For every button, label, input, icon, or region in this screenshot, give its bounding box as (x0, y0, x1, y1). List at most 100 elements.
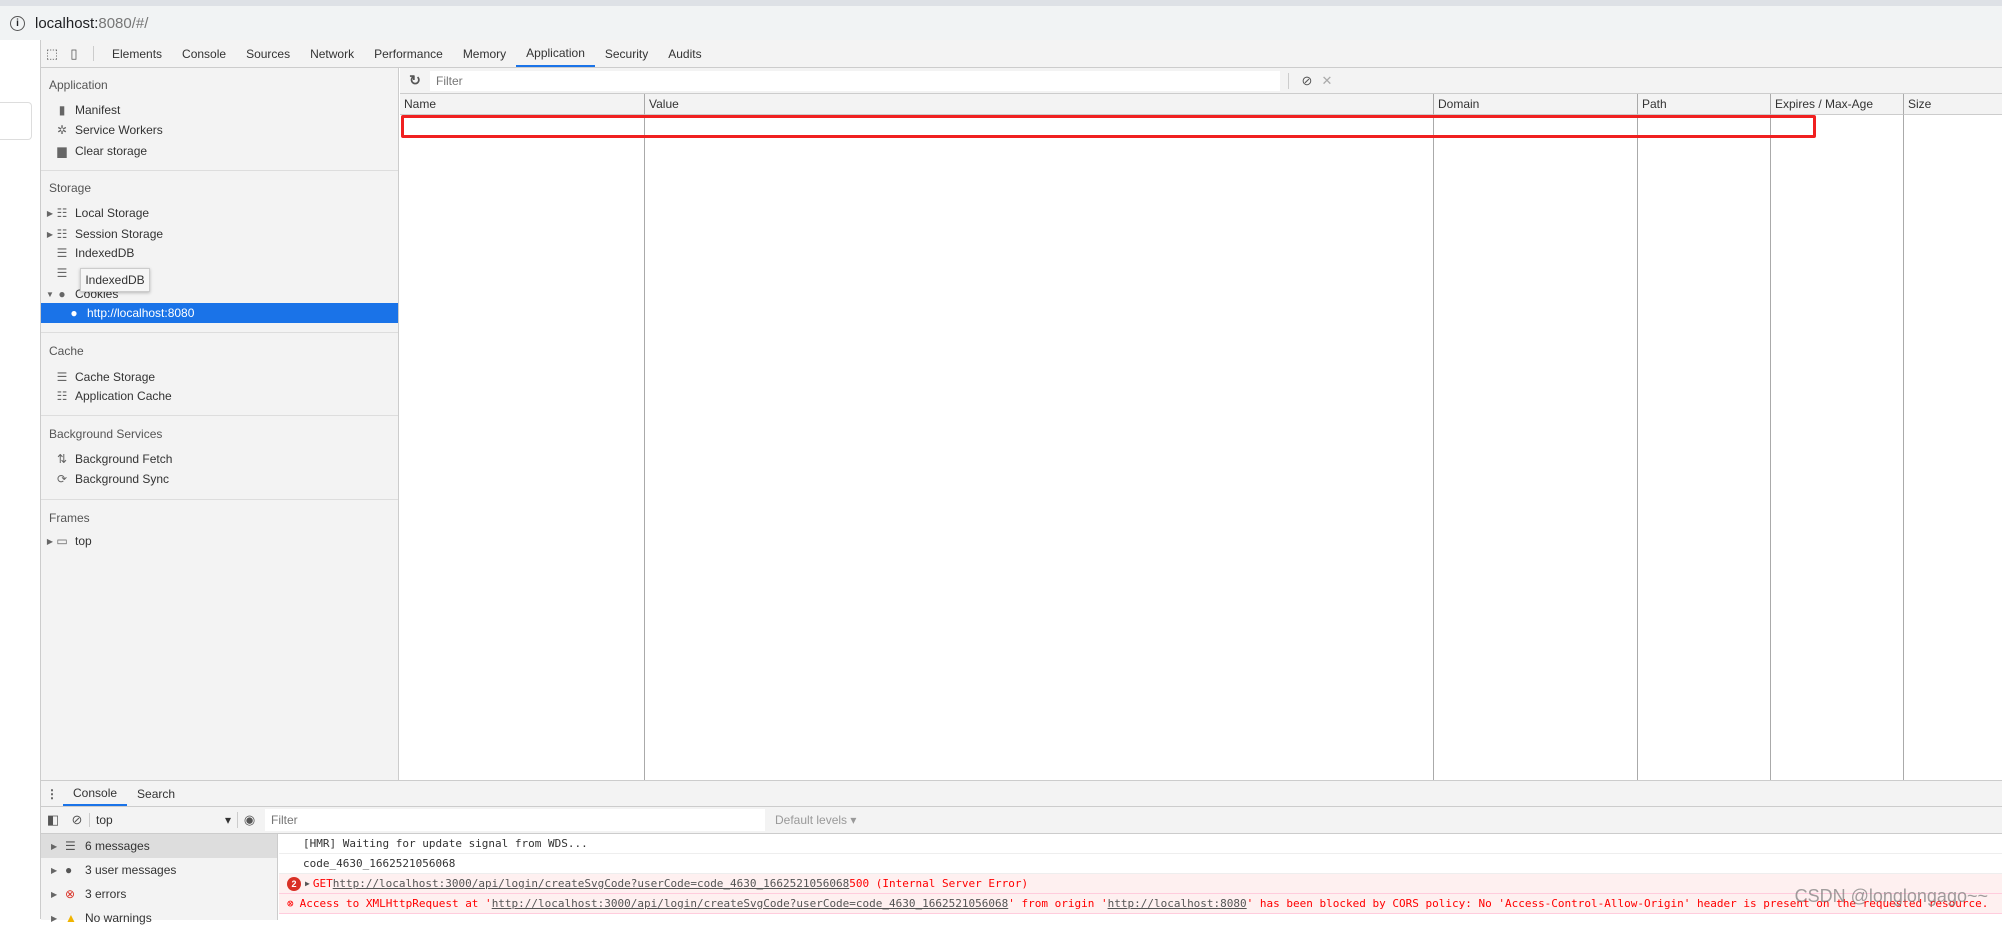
gear-icon: ✲ (56, 123, 68, 137)
item-label: Cache Storage (75, 370, 156, 384)
info-icon[interactable]: i (10, 15, 25, 31)
expand-icon[interactable]: ▶ (51, 866, 65, 875)
request-link[interactable]: http://localhost:3000/api/login/createSv… (492, 897, 1009, 910)
more-tools-icon[interactable]: ⋮ (41, 781, 63, 806)
error-icon: ⊗ (287, 897, 294, 910)
expand-icon[interactable]: ▶ (45, 230, 55, 239)
expand-icon[interactable]: ▶ (51, 914, 65, 923)
sidebar-item-service-workers[interactable]: ✲ Service Workers (41, 120, 398, 140)
inspect-element-icon[interactable]: ⬚ (41, 40, 63, 67)
console-toolbar: ◧ ⊘ top ▾ ◉ Default levels ▾ (41, 807, 2002, 834)
sidebar-toggle-icon[interactable]: ◧ (41, 812, 65, 828)
console-message: [HMR] Waiting for update signal from WDS… (279, 834, 2002, 854)
console-sidebar-warnings[interactable]: ▶ ▲ No warnings (41, 906, 277, 930)
divider (41, 415, 398, 416)
section-storage: Storage (49, 181, 92, 195)
request-link[interactable]: http://localhost:3000/api/login/createSv… (333, 877, 850, 890)
clear-all-icon[interactable]: ⊘ (1297, 73, 1317, 89)
sync-icon: ⟳ (56, 472, 68, 486)
separator (93, 46, 94, 61)
delete-selected-icon[interactable]: ✕ (1317, 73, 1337, 89)
drawer-tab-search[interactable]: Search (127, 781, 185, 806)
context-select[interactable]: top ▾ (89, 813, 237, 827)
trash-icon: ▆ (57, 144, 67, 158)
url-path: 8080/#/ (98, 14, 149, 32)
grid-icon: ☷ (56, 227, 68, 241)
console-filter-input[interactable] (265, 809, 765, 831)
tab-performance[interactable]: Performance (364, 40, 453, 67)
sidebar-item-indexeddb[interactable]: ☰ IndexedDB (41, 243, 398, 263)
item-label: IndexedDB (75, 246, 135, 260)
console-sidebar-messages[interactable]: ▶ ☰ 6 messages (41, 834, 277, 858)
sidebar-item-cache-storage[interactable]: ☰ Cache Storage (41, 367, 398, 387)
item-label: 6 messages (85, 839, 150, 853)
section-application: Application (49, 78, 108, 92)
error-prefix: Access to XMLHttpRequest at ' (299, 897, 492, 910)
console-drawer: ⋮ Console Search ◧ ⊘ top ▾ ◉ Default leve… (41, 780, 2002, 925)
section-frames: Frames (49, 511, 90, 525)
column-header-domain[interactable]: Domain (1433, 94, 1637, 115)
collapse-icon[interactable]: ▼ (45, 290, 55, 299)
sidebar-item-clear-storage[interactable]: ▆ Clear storage (41, 141, 398, 161)
arrows-updown-icon: ⇅ (56, 452, 68, 466)
cookie-filter-input[interactable] (430, 70, 1280, 91)
expand-icon[interactable]: ▶ (305, 879, 310, 888)
console-sidebar: ▶ ☰ 6 messages ▶ ● 3 user messages ▶ ⊗ 3 error… (41, 834, 278, 925)
item-label: Service Workers (75, 123, 163, 137)
sidebar-item-local-storage[interactable]: ▶ ☷ Local Storage (41, 203, 398, 223)
item-label: Manifest (75, 103, 121, 117)
device-toolbar-icon[interactable]: ▯ (63, 40, 85, 67)
item-label: top (75, 534, 92, 548)
tab-network[interactable]: Network (300, 40, 364, 67)
item-label: http://localhost:8080 (87, 306, 195, 320)
sidebar-item-application-cache[interactable]: ☷ Application Cache (41, 386, 398, 406)
column-divider (1637, 115, 1638, 780)
log-levels-dropdown[interactable]: Default levels ▾ (775, 813, 856, 827)
divider (41, 332, 398, 333)
database-icon: ☰ (56, 266, 68, 280)
column-header-name[interactable]: Name (400, 94, 644, 115)
tab-audits[interactable]: Audits (658, 40, 711, 67)
refresh-icon[interactable]: ↻ (400, 72, 430, 89)
sidebar-item-background-fetch[interactable]: ⇅ Background Fetch (41, 449, 398, 469)
tab-memory[interactable]: Memory (453, 40, 516, 67)
tab-elements[interactable]: Elements (102, 40, 172, 67)
sidebar-item-session-storage[interactable]: ▶ ☷ Session Storage (41, 224, 398, 244)
warning-icon: ▲ (65, 911, 77, 925)
console-message: code_4630_1662521056068 (279, 854, 2002, 874)
eye-icon[interactable]: ◉ (237, 812, 261, 828)
item-label: Clear storage (75, 144, 148, 158)
sidebar-item-cookie-origin[interactable]: ● http://localhost:8080 (41, 303, 398, 323)
expand-icon[interactable]: ▶ (51, 842, 65, 851)
frame-icon: ▭ (56, 534, 68, 548)
tab-console[interactable]: Console (172, 40, 236, 67)
origin-link[interactable]: http://localhost:8080 (1108, 897, 1247, 910)
expand-icon[interactable]: ▶ (45, 537, 55, 546)
grid-icon: ☷ (56, 206, 68, 220)
expand-icon[interactable]: ▶ (51, 890, 65, 899)
column-header-path[interactable]: Path (1637, 94, 1770, 115)
sidebar-item-frame-top[interactable]: ▶ ▭ top (41, 531, 398, 551)
drawer-tab-console[interactable]: Console (63, 781, 128, 806)
column-divider (1770, 115, 1771, 780)
divider (41, 170, 398, 171)
expand-icon[interactable]: ▶ (45, 209, 55, 218)
clear-console-icon[interactable]: ⊘ (65, 812, 89, 828)
tab-security[interactable]: Security (595, 40, 658, 67)
sidebar-item-background-sync[interactable]: ⟳ Background Sync (41, 469, 398, 489)
column-header-value[interactable]: Value (644, 94, 1433, 115)
database-icon: ☰ (56, 370, 68, 384)
column-header-expires[interactable]: Expires / Max-Age (1770, 94, 1903, 115)
page-box (0, 102, 32, 140)
tab-sources[interactable]: Sources (236, 40, 300, 67)
devtools-tabbar: ⬚ ▯ Elements Console Sources Network Per… (41, 40, 2002, 68)
console-sidebar-user-messages[interactable]: ▶ ● 3 user messages (41, 858, 277, 882)
item-label: 3 user messages (85, 863, 177, 877)
console-sidebar-errors[interactable]: ▶ ⊗ 3 errors (41, 882, 277, 906)
address-bar[interactable]: i localhost: 8080/#/ (0, 6, 2002, 40)
dropdown-arrow-icon: ▾ (224, 813, 231, 827)
column-header-size[interactable]: Size (1903, 94, 2002, 115)
tab-application[interactable]: Application (516, 40, 595, 67)
sidebar-item-manifest[interactable]: ▮ Manifest (41, 100, 398, 120)
column-divider (1903, 115, 1904, 780)
